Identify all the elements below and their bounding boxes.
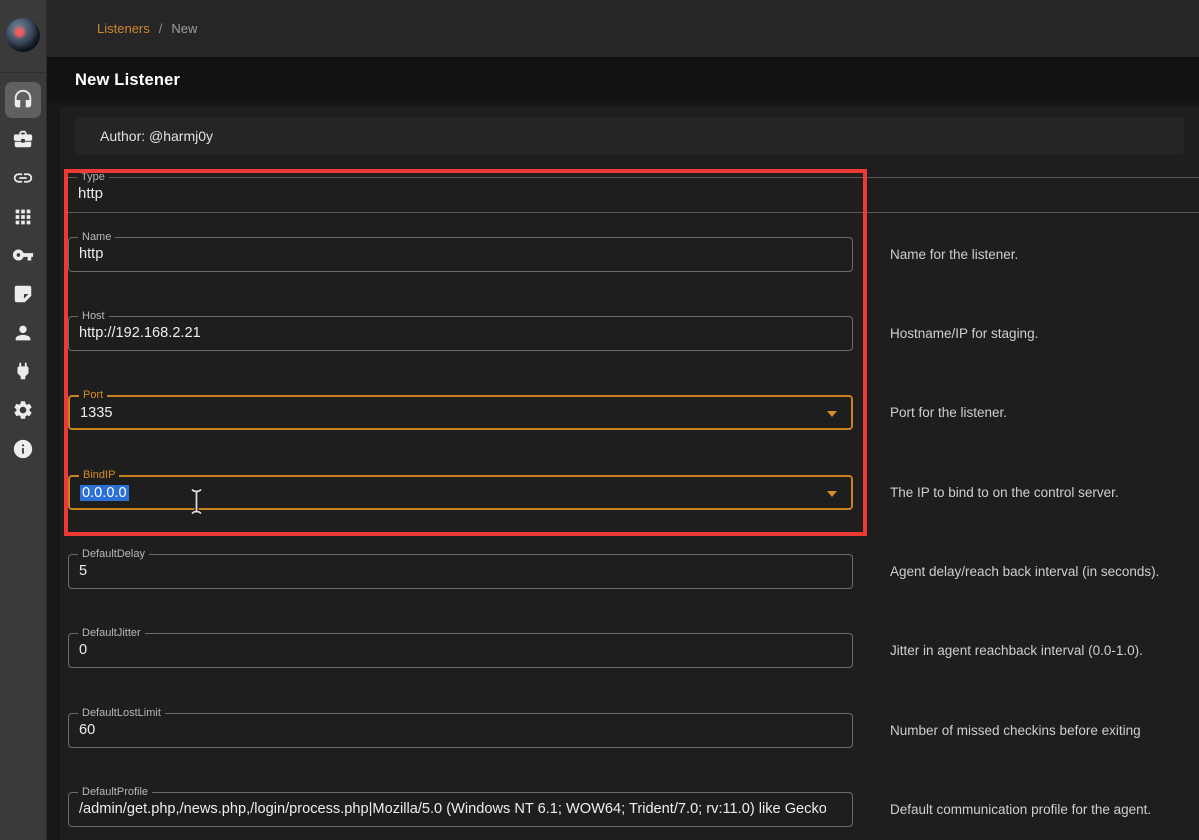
field-value: 1335 [80,397,825,430]
sidebar-nav [0,0,47,840]
page-title: New Listener [75,71,180,90]
sidebar-item-stagers[interactable] [5,121,41,157]
host-input[interactable]: Hosthttp://192.168.2.21 [68,316,853,351]
sidebar-item-modules[interactable] [5,199,41,235]
field-type[interactable]: Type http [68,177,1199,213]
page-title-bar: New Listener [47,57,1199,103]
name-input[interactable]: Namehttp [68,237,853,272]
port-input[interactable]: Port1335 [68,395,853,430]
field-description: Agent delay/reach back interval (in seco… [890,554,1159,589]
sidebar-item-agents[interactable] [5,160,41,196]
field-value: 0 [79,634,826,667]
sidebar-item-users[interactable] [5,315,41,351]
plug-icon [12,360,34,382]
field-type-value: http [78,178,103,209]
info-icon [12,438,34,460]
form-field-row-name: Namehttp Name for the listener. [0,237,1199,274]
gear-icon [12,399,34,421]
field-description: Port for the listener. [890,395,1007,430]
defaultlostlimit-input[interactable]: DefaultLostLimit60 [68,713,853,748]
author-text: Author: @harmj0y [100,128,213,144]
field-description: Number of missed checkins before exiting [890,713,1141,748]
dropdown-caret-icon[interactable] [827,411,837,417]
dropdown-caret-icon[interactable] [827,491,837,497]
breadcrumb: Listeners / New [47,0,1199,57]
form-field-row-port: Port1335 Port for the listener. [0,395,1199,432]
sidebar-item-plugins[interactable] [5,353,41,389]
field-value: http://192.168.2.21 [79,317,826,350]
field-value: /admin/get.php,/news.php,/login/process.… [79,793,826,826]
selected-text: 0.0.0.0 [80,485,129,501]
sidebar-divider [0,72,47,73]
field-value: http [79,238,826,271]
defaultjitter-input[interactable]: DefaultJitter0 [68,633,853,668]
breadcrumb-current-new: New [171,21,197,36]
field-description: The IP to bind to on the control server. [890,475,1119,510]
form-field-row-defaultjitter: DefaultJitter0 Jitter in agent reachback … [0,633,1199,670]
briefcase-icon [12,128,34,150]
sidebar-item-credentials[interactable] [5,237,41,273]
defaultprofile-input[interactable]: DefaultProfile/admin/get.php,/news.php,/… [68,792,853,827]
breadcrumb-separator: / [159,21,163,36]
field-description: Hostname/IP for staging. [890,316,1038,351]
link-icon [12,167,34,189]
headset-icon [12,89,34,111]
bindip-input[interactable]: BindIP0.0.0.0 [68,475,853,510]
defaultdelay-input[interactable]: DefaultDelay5 [68,554,853,589]
form-field-row-host: Hosthttp://192.168.2.21 Hostname/IP for s… [0,316,1199,353]
starkiller-app-window: Listeners / New New Listener Author: @ha… [0,0,1199,840]
field-value: 60 [79,714,826,747]
field-value: 5 [79,555,826,588]
breadcrumb-link-listeners[interactable]: Listeners [97,21,150,36]
author-banner: Author: @harmj0y [75,117,1184,154]
form-field-row-defaultdelay: DefaultDelay5 Agent delay/reach back inte… [0,554,1199,591]
key-icon [12,244,34,266]
field-description: Default communication profile for the ag… [890,792,1151,827]
app-logo[interactable] [6,18,40,52]
sidebar-item-listeners[interactable] [5,82,41,118]
sidebar-item-about[interactable] [5,431,41,467]
note-icon [12,283,34,305]
field-value: 0.0.0.0 [80,477,825,510]
form-field-row-defaultlostlimit: DefaultLostLimit60 Number of missed check… [0,713,1199,750]
field-description: Name for the listener. [890,237,1018,272]
field-description: Jitter in agent reachback interval (0.0-… [890,633,1143,668]
sidebar-item-reporting[interactable] [5,276,41,312]
form-field-row-bindip: BindIP0.0.0.0 The IP to bind to on the co… [0,475,1199,512]
user-icon [12,322,34,344]
grid-icon [12,206,34,228]
sidebar-item-settings[interactable] [5,392,41,428]
form-field-row-defaultprofile: DefaultProfile/admin/get.php,/news.php,/… [0,792,1199,829]
